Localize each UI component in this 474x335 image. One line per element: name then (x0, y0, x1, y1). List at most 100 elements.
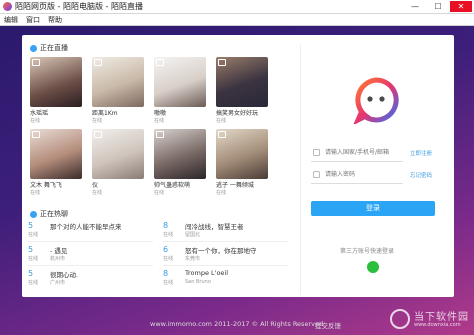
live-card[interactable]: 水瑶瑶 在线 (30, 57, 82, 124)
live-thumbnail (92, 129, 144, 179)
title-bar: 陌陌网页版 - 陌陌电脑版 - 陌陌直播 — ☐ ✕ (0, 0, 474, 14)
phone-field (311, 145, 407, 162)
list-item[interactable]: 5 在线 - 遇见 杭州市 (28, 245, 153, 266)
camera-icon (32, 131, 40, 138)
watermark-url: www.downxia.com (414, 322, 461, 328)
live-thumbnail (92, 57, 144, 107)
maximize-button[interactable]: ☐ (427, 1, 449, 12)
live-name: 逃子 一舞倾城 (216, 182, 254, 189)
live-thumbnail (154, 129, 206, 179)
live-status: 在线 (30, 190, 41, 196)
momo-app-icon (3, 2, 12, 11)
live-card[interactable]: 距离1Km 在线 (92, 57, 144, 124)
live-card[interactable]: 搞笑男女好好玩 在线 (216, 57, 268, 124)
live-status: 在线 (216, 190, 227, 196)
chat-location: San Bruno (185, 279, 211, 285)
camera-icon (156, 131, 164, 138)
menu-window[interactable]: 窗口 (26, 14, 40, 25)
live-status: 在线 (216, 118, 227, 124)
close-button[interactable]: ✕ (450, 1, 472, 12)
camera-icon (32, 59, 40, 66)
live-thumbnail (154, 57, 206, 107)
live-name: 文木 舞飞飞 (30, 182, 62, 189)
hot-section-title: 正在热聊 (30, 209, 68, 219)
menu-help[interactable]: 帮助 (48, 14, 62, 25)
list-item[interactable]: 5 在线 很期心动. 广州市 (28, 269, 153, 290)
live-card[interactable]: 逃子 一舞倾城 在线 (216, 129, 268, 196)
live-card[interactable]: 嗷嗷 在线 (154, 57, 206, 124)
live-card[interactable]: 仪 在线 (92, 129, 144, 196)
live-thumbnail (216, 129, 268, 179)
live-status: 在线 (154, 118, 165, 124)
live-name: 水瑶瑶 (30, 110, 49, 117)
momo-logo-icon (353, 77, 399, 124)
online-count: 5 (28, 245, 34, 254)
camera-icon (156, 59, 164, 66)
main-panel: 正在直播 水瑶瑶 在线 距离1Km 在线 嗷嗷 在线 搞笑男女好好玩 在线 文木… (22, 35, 454, 297)
live-status: 在线 (92, 118, 103, 124)
divider (28, 241, 153, 242)
list-item[interactable]: 6 在线 怒有一个你，你在那地守 东莞市 (163, 245, 288, 266)
panel-divider (300, 45, 301, 295)
live-thumbnail (30, 57, 82, 107)
wechat-login-icon[interactable] (367, 261, 379, 273)
divider (163, 265, 288, 266)
minimize-button[interactable]: — (404, 1, 426, 12)
chat-title: 那个对的人能不能早点来 (50, 223, 122, 231)
online-label: 在线 (28, 232, 39, 238)
live-section-title: 正在直播 (30, 43, 68, 53)
chat-location: 东莞市 (185, 256, 201, 262)
online-label: 在线 (163, 256, 174, 262)
live-card[interactable]: 帅气蛊惑软萌 在线 (154, 129, 206, 196)
live-card[interactable]: 文木 舞飞飞 在线 (30, 129, 82, 196)
app-window: 陌陌网页版 - 陌陌电脑版 - 陌陌直播 — ☐ ✕ 编辑 窗口 帮助 正在直播… (0, 0, 474, 335)
list-item[interactable]: 5 在线 那个对的人能不能早点来 (28, 221, 153, 242)
login-button[interactable]: 登录 (311, 201, 435, 216)
live-thumbnail (30, 129, 82, 179)
register-link[interactable]: 立即注册 (410, 149, 432, 157)
chat-location: 杭州市 (50, 256, 66, 262)
chat-title: - 遇见 (50, 247, 68, 255)
online-count: 5 (28, 269, 34, 278)
forgot-password-link[interactable]: 忘记密码 (410, 171, 432, 179)
live-status: 在线 (92, 190, 103, 196)
online-count: 6 (163, 245, 169, 254)
password-input[interactable] (325, 168, 407, 181)
online-count: 8 (163, 221, 169, 230)
divider (163, 241, 288, 242)
live-name: 帅气蛊惑软萌 (154, 182, 191, 189)
window-title: 陌陌网页版 - 陌陌电脑版 - 陌陌直播 (15, 2, 143, 11)
menu-bar: 编辑 窗口 帮助 (0, 14, 474, 26)
live-status: 在线 (154, 190, 165, 196)
live-name: 距离1Km (92, 110, 118, 117)
list-item[interactable]: 8 在线 Trompe L'oeil San Bruno (163, 269, 288, 290)
watermark-icon (390, 309, 410, 329)
chat-title: 很期心动. (50, 271, 79, 279)
live-name: 仪 (92, 182, 99, 189)
chat-icon (30, 210, 37, 218)
chat-title: 闯冷战线，智慧王者 (185, 223, 244, 231)
live-name: 嗷嗷 (154, 110, 167, 117)
chat-title: Trompe L'oeil (185, 269, 229, 277)
chat-location: 留国北 (185, 232, 201, 238)
list-item[interactable]: 8 在线 闯冷战线，智慧王者 留国北 (163, 221, 288, 242)
online-label: 在线 (163, 280, 174, 286)
camera-icon (218, 59, 226, 66)
phone-icon (313, 149, 320, 156)
camera-icon (94, 59, 102, 66)
divider (28, 265, 153, 266)
online-label: 在线 (28, 256, 39, 262)
feedback-link[interactable]: 提交反馈 (315, 320, 341, 330)
password-field (311, 167, 407, 184)
third-party-label: 第三方账号快速登录 (340, 248, 395, 255)
watermark-text: 当下软件园 (414, 312, 469, 323)
camera-icon (94, 131, 102, 138)
online-count: 5 (28, 221, 34, 230)
menu-edit[interactable]: 编辑 (4, 14, 18, 25)
online-count: 8 (163, 269, 169, 278)
camera-icon (218, 131, 226, 138)
live-name: 搞笑男女好好玩 (216, 110, 259, 117)
live-status: 在线 (30, 118, 41, 124)
phone-input[interactable] (325, 146, 407, 159)
online-label: 在线 (28, 280, 39, 286)
